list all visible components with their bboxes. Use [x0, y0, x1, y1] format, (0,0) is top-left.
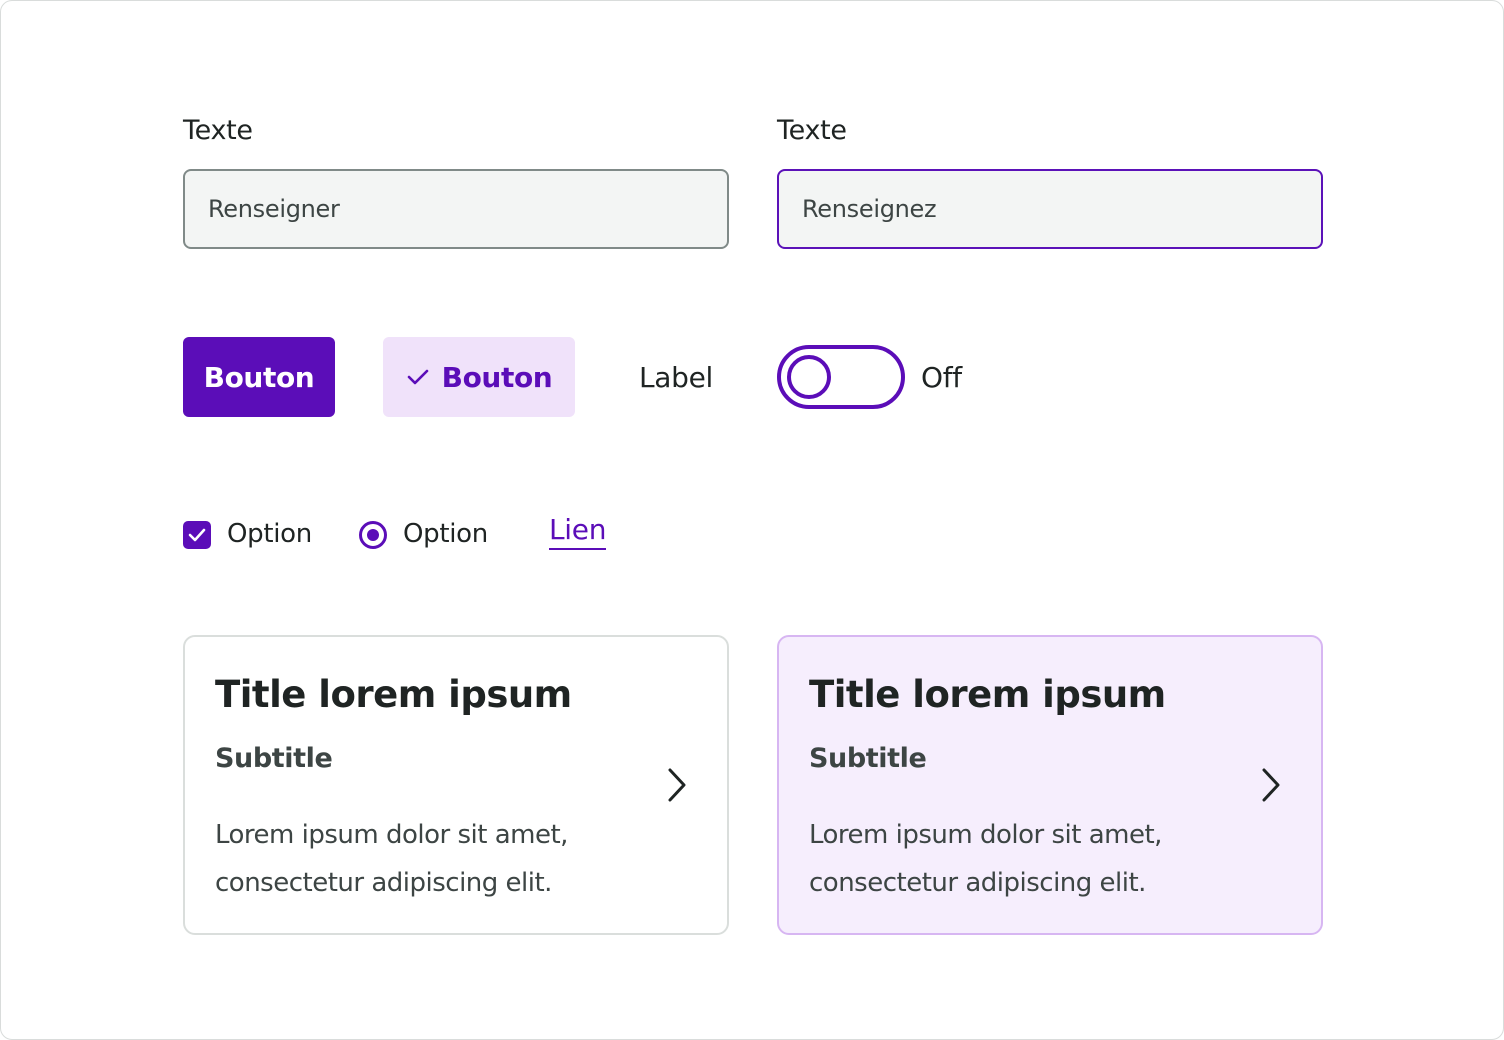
static-label: Label: [639, 361, 714, 394]
chevron-right-icon: [1262, 768, 1280, 802]
card-default[interactable]: Title lorem ipsum Subtitle Lorem ipsum d…: [183, 635, 729, 935]
card-selected[interactable]: Title lorem ipsum Subtitle Lorem ipsum d…: [777, 635, 1323, 935]
check-icon: [407, 369, 428, 385]
field-label: Texte: [777, 115, 847, 146]
radio-dot: [367, 529, 379, 541]
radio-label: Option: [403, 519, 488, 549]
primary-button[interactable]: Bouton: [183, 337, 335, 417]
secondary-button[interactable]: Bouton: [383, 337, 575, 417]
secondary-button-label: Bouton: [441, 360, 553, 394]
chevron-right-icon: [668, 768, 686, 802]
radio-button[interactable]: [359, 521, 387, 549]
text-input-default[interactable]: [183, 169, 729, 249]
text-input-focused[interactable]: [777, 169, 1323, 249]
toggle-switch[interactable]: [777, 345, 905, 409]
component-showcase: Texte Texte Bouton Bouton Label Off Opti…: [0, 0, 1504, 1040]
primary-button-label: Bouton: [203, 360, 315, 394]
card-body: Lorem ipsum dolor sit amet, consectetur …: [809, 820, 1162, 898]
field-label: Texte: [183, 115, 253, 146]
toggle-knob: [787, 355, 831, 399]
link[interactable]: Lien: [549, 513, 606, 550]
card-title: Title lorem ipsum: [809, 673, 1166, 716]
toggle-state-label: Off: [921, 361, 962, 394]
checkbox[interactable]: [183, 521, 211, 549]
card-title: Title lorem ipsum: [215, 673, 572, 716]
checkbox-label: Option: [227, 519, 312, 549]
card-subtitle: Subtitle: [809, 743, 927, 774]
check-icon: [188, 528, 206, 542]
card-subtitle: Subtitle: [215, 743, 333, 774]
card-body: Lorem ipsum dolor sit amet, consectetur …: [215, 820, 568, 898]
